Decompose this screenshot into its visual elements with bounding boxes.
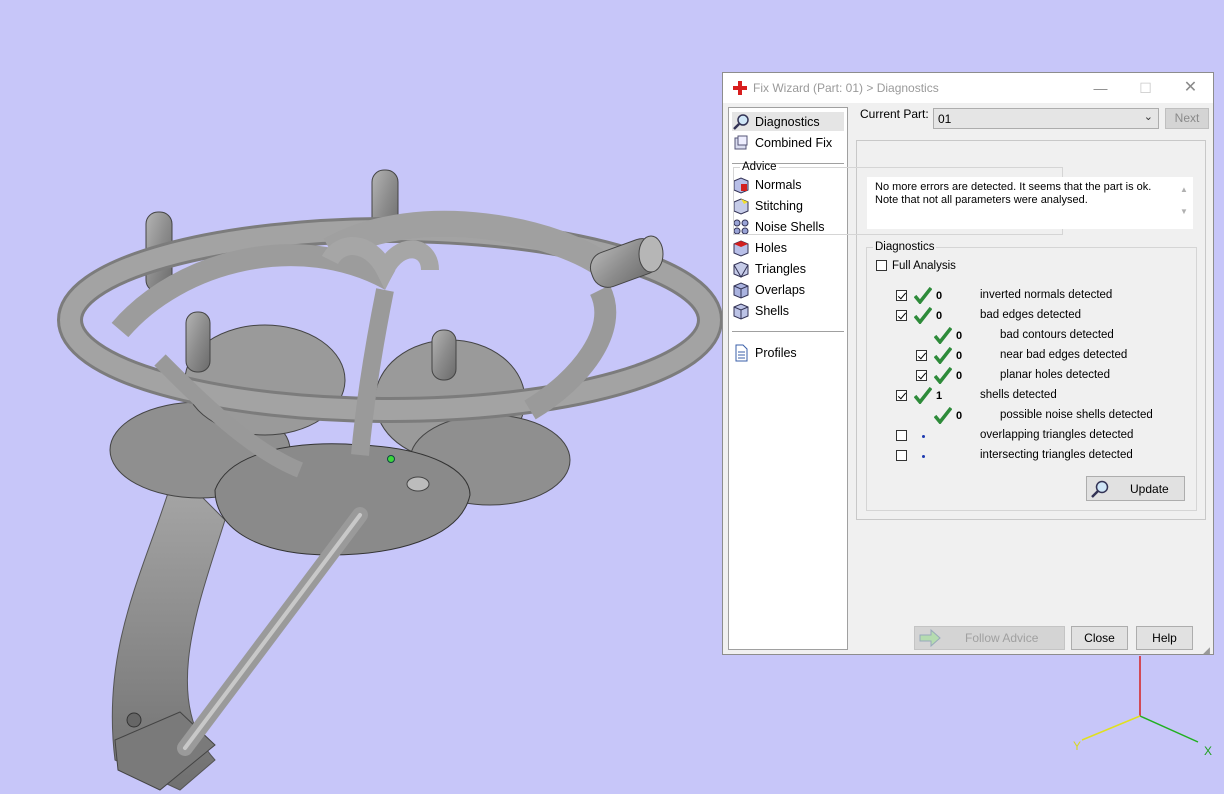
window-title: Fix Wizard (Part: 01) > Diagnostics bbox=[753, 81, 939, 95]
holes-cube-icon bbox=[733, 239, 749, 257]
current-part-label: Current Part: bbox=[860, 107, 929, 121]
nav-item-shells[interactable]: Shells bbox=[732, 301, 844, 320]
row-checkbox-inverted-normals[interactable] bbox=[896, 290, 907, 301]
count-planar-holes: 0 bbox=[956, 370, 963, 382]
label-bad-contours: bad contours detected bbox=[1000, 329, 1114, 341]
nav-item-triangles[interactable]: Triangles bbox=[732, 259, 844, 278]
prong-4 bbox=[431, 329, 457, 381]
count-shells: 1 bbox=[936, 390, 943, 402]
label-shells: shells detected bbox=[980, 389, 1057, 401]
row-checkbox-overlapping-triangles[interactable] bbox=[896, 430, 907, 441]
shank-hole bbox=[126, 712, 142, 728]
nav-item-diagnostics[interactable]: Diagnostics bbox=[732, 112, 844, 131]
follow-advice-button[interactable]: Follow Advice bbox=[914, 626, 1065, 650]
nav-item-holes[interactable]: Holes bbox=[732, 238, 844, 257]
help-button[interactable]: Help bbox=[1136, 626, 1193, 650]
nav-label: Combined Fix bbox=[755, 135, 833, 150]
label-intersecting-triangles: intersecting triangles detected bbox=[980, 449, 1133, 461]
nav-item-profiles[interactable]: Profiles bbox=[732, 343, 844, 362]
triangles-cube-icon bbox=[733, 260, 749, 278]
prong-3 bbox=[185, 311, 211, 373]
title-bar[interactable]: Fix Wizard (Part: 01) > Diagnostics — ☐ … bbox=[723, 73, 1213, 103]
green-check-icon bbox=[934, 327, 952, 344]
row-checkbox-planar-holes[interactable] bbox=[916, 370, 927, 381]
combined-fix-icon bbox=[734, 135, 748, 149]
nav-item-combined-fix[interactable]: Combined Fix bbox=[732, 133, 844, 152]
shells-cube-icon bbox=[733, 302, 749, 320]
count-bad-contours: 0 bbox=[956, 330, 963, 342]
update-label: Update bbox=[1130, 482, 1169, 496]
count-bad-edges: 0 bbox=[936, 310, 943, 322]
label-overlapping-triangles: overlapping triangles detected bbox=[980, 429, 1134, 441]
count-inverted-normals: 0 bbox=[936, 290, 943, 302]
diagnostics-legend: Diagnostics bbox=[875, 241, 935, 253]
ring-model[interactable] bbox=[57, 169, 723, 791]
x-axis bbox=[1139, 715, 1199, 743]
full-analysis-label: Full Analysis bbox=[892, 260, 956, 272]
maximize-button[interactable]: ☐ bbox=[1123, 73, 1168, 103]
chevron-down-icon: ⌄ bbox=[1143, 111, 1153, 123]
magnifier-icon bbox=[1091, 480, 1109, 498]
window-close-button[interactable]: ✕ bbox=[1168, 73, 1213, 103]
row-checkbox-bad-edges[interactable] bbox=[896, 310, 907, 321]
nav-label: Profiles bbox=[755, 345, 797, 360]
label-bad-edges: bad edges detected bbox=[980, 309, 1082, 321]
pending-dot-icon bbox=[922, 455, 925, 458]
row-checkbox-near-bad-edges[interactable] bbox=[916, 350, 927, 361]
side-cylinder-cap bbox=[638, 235, 664, 273]
minimize-button[interactable]: — bbox=[1078, 73, 1123, 103]
nav-label: Diagnostics bbox=[755, 114, 820, 129]
y-axis bbox=[1081, 715, 1141, 741]
update-button[interactable]: Update bbox=[1086, 476, 1185, 501]
current-part-value: 01 bbox=[938, 112, 952, 126]
close-button[interactable]: Close bbox=[1071, 626, 1128, 650]
row-checkbox-intersecting-triangles[interactable] bbox=[896, 450, 907, 461]
next-button[interactable]: Next bbox=[1165, 108, 1209, 129]
red-cross-icon bbox=[733, 81, 747, 95]
document-icon bbox=[735, 344, 748, 361]
label-inverted-normals: inverted normals detected bbox=[980, 289, 1113, 301]
label-noise-shells: possible noise shells detected bbox=[1000, 409, 1153, 421]
green-check-icon bbox=[914, 287, 932, 304]
green-check-icon bbox=[914, 387, 932, 404]
nav-item-overlaps[interactable]: Overlaps bbox=[732, 280, 844, 299]
green-check-icon bbox=[934, 347, 952, 364]
row-checkbox-shells[interactable] bbox=[896, 390, 907, 401]
full-analysis-checkbox[interactable] bbox=[876, 260, 887, 271]
x-axis-label: X bbox=[1204, 744, 1212, 758]
nav-label: Holes bbox=[755, 240, 787, 255]
current-part-select[interactable]: 01 ⌄ bbox=[933, 108, 1159, 129]
green-check-icon bbox=[934, 407, 952, 424]
nav-label: Triangles bbox=[755, 261, 806, 276]
selection-point[interactable] bbox=[387, 455, 395, 463]
nav-separator bbox=[732, 331, 844, 332]
overlaps-cube-icon bbox=[733, 281, 749, 299]
green-check-icon bbox=[934, 367, 952, 384]
pending-dot-icon bbox=[922, 435, 925, 438]
magnifier-icon bbox=[733, 113, 749, 130]
count-near-bad-edges: 0 bbox=[956, 350, 963, 362]
label-planar-holes: planar holes detected bbox=[1000, 369, 1110, 381]
advice-box: No more errors are detected. It seems th… bbox=[867, 177, 1193, 229]
resize-grip-icon[interactable]: ◢ bbox=[1203, 645, 1210, 656]
follow-advice-label: Follow Advice bbox=[965, 631, 1039, 645]
y-axis-label: Y bbox=[1073, 739, 1081, 753]
axis-gizmo: X Y bbox=[1073, 656, 1212, 758]
nav-label: Shells bbox=[755, 303, 790, 318]
fix-wizard-dialog: Fix Wizard (Part: 01) > Diagnostics — ☐ … bbox=[722, 72, 1214, 655]
arrow-right-icon bbox=[919, 629, 941, 647]
advice-legend: Advice bbox=[742, 161, 777, 173]
base-hole bbox=[406, 476, 430, 492]
advice-text: No more errors are detected. It seems th… bbox=[875, 181, 1152, 206]
center-stem bbox=[351, 288, 394, 456]
green-check-icon bbox=[914, 307, 932, 324]
advice-scrollbar[interactable]: ▲ ▼ bbox=[1177, 179, 1191, 225]
label-near-bad-edges: near bad edges detected bbox=[1000, 349, 1128, 361]
count-noise-shells: 0 bbox=[956, 410, 963, 422]
nav-label: Overlaps bbox=[755, 282, 806, 297]
